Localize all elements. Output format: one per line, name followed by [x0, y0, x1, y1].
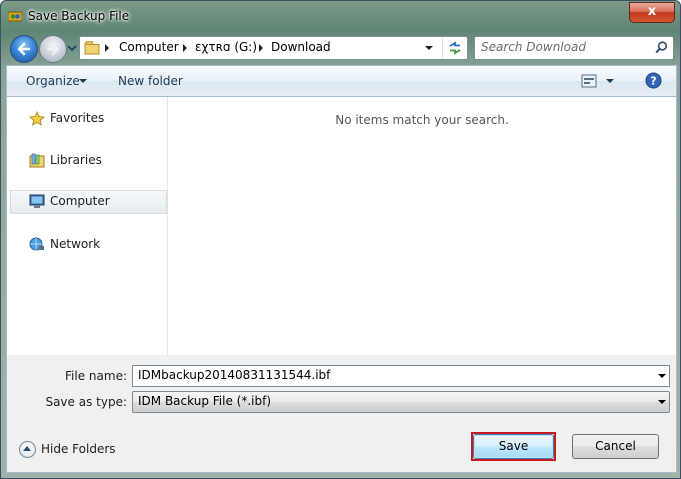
nav-item-libraries[interactable]: Libraries [10, 149, 165, 171]
file-name-label: File name: [65, 369, 127, 383]
title-bar[interactable]: Save Backup File x [1, 1, 680, 31]
save-options-panel: File name: IDMbackup20140831131544.ibf S… [6, 355, 677, 473]
search-box[interactable]: Search Download [474, 36, 674, 60]
save-as-type-select[interactable]: IDM Backup File (*.ibf) [132, 391, 670, 413]
address-dropdown-icon[interactable] [425, 46, 433, 50]
network-icon [29, 237, 44, 251]
refresh-button[interactable] [442, 38, 465, 58]
nav-item-network[interactable]: Network [10, 233, 165, 255]
view-dropdown-icon[interactable] [606, 79, 614, 83]
nav-item-label: Computer [50, 194, 110, 208]
file-name-dropdown-icon[interactable] [658, 374, 666, 378]
back-button[interactable] [10, 35, 38, 63]
breadcrumb-separator-icon[interactable] [105, 44, 109, 52]
hide-folders-label: Hide Folders [41, 442, 116, 456]
breadcrumb-separator-icon[interactable] [259, 44, 263, 52]
file-name-field[interactable]: IDMbackup20140831131544.ibf [132, 365, 670, 387]
close-button[interactable]: x [629, 2, 675, 23]
libraries-icon [29, 153, 45, 168]
breadcrumb-computer[interactable]: Computer [119, 40, 179, 54]
view-options-icon[interactable] [581, 74, 597, 88]
file-list-pane[interactable]: No items match your search. [168, 97, 676, 355]
save-button[interactable]: Save [473, 434, 554, 459]
back-arrow-icon [17, 42, 31, 56]
navigation-pane: Favorites Libraries Computer Network [7, 97, 168, 355]
recent-locations-chevron-icon[interactable] [67, 44, 77, 52]
save-as-type-label: Save as type: [45, 395, 127, 409]
app-icon [8, 11, 22, 22]
breadcrumb-drive[interactable]: ɛχτʀɑ (G:) [195, 40, 257, 54]
cancel-button[interactable]: Cancel [572, 434, 659, 459]
svg-text:?: ? [650, 75, 656, 88]
breadcrumb-separator-icon[interactable] [183, 44, 187, 52]
command-toolbar: Organize New folder ? [6, 65, 677, 96]
search-input[interactable]: Search Download [481, 40, 586, 54]
address-bar[interactable]: Computer ɛχτʀɑ (G:) Download [79, 36, 468, 60]
forward-arrow-icon [46, 42, 60, 56]
new-folder-button[interactable]: New folder [118, 74, 183, 88]
nav-item-label: Favorites [50, 111, 105, 125]
file-name-value[interactable]: IDMbackup20140831131544.ibf [138, 368, 330, 382]
window-title: Save Backup File [28, 9, 130, 23]
nav-item-computer[interactable]: Computer [10, 190, 167, 214]
close-icon: x [647, 4, 657, 19]
breadcrumb-download[interactable]: Download [271, 40, 331, 54]
empty-results-message: No items match your search. [335, 113, 509, 127]
browser-panes: Favorites Libraries Computer Network No … [6, 96, 677, 356]
forward-button[interactable] [39, 35, 67, 63]
star-icon [29, 111, 45, 126]
save-as-type-dropdown-icon[interactable] [658, 400, 666, 404]
search-icon[interactable] [655, 41, 668, 54]
refresh-icon [449, 41, 461, 55]
nav-item-favorites[interactable]: Favorites [10, 107, 165, 129]
nav-item-label: Network [50, 237, 101, 251]
organize-dropdown-icon[interactable] [79, 79, 87, 83]
nav-item-label: Libraries [50, 153, 102, 167]
computer-icon [29, 194, 45, 208]
help-icon[interactable]: ? [645, 72, 662, 89]
folder-icon [84, 41, 100, 55]
save-as-type-value: IDM Backup File (*.ibf) [138, 394, 271, 408]
save-dialog-window: Save Backup File x Computer ɛχτʀɑ (G:) D… [0, 0, 681, 479]
organize-button[interactable]: Organize [26, 74, 80, 88]
chevron-up-icon [19, 441, 36, 458]
